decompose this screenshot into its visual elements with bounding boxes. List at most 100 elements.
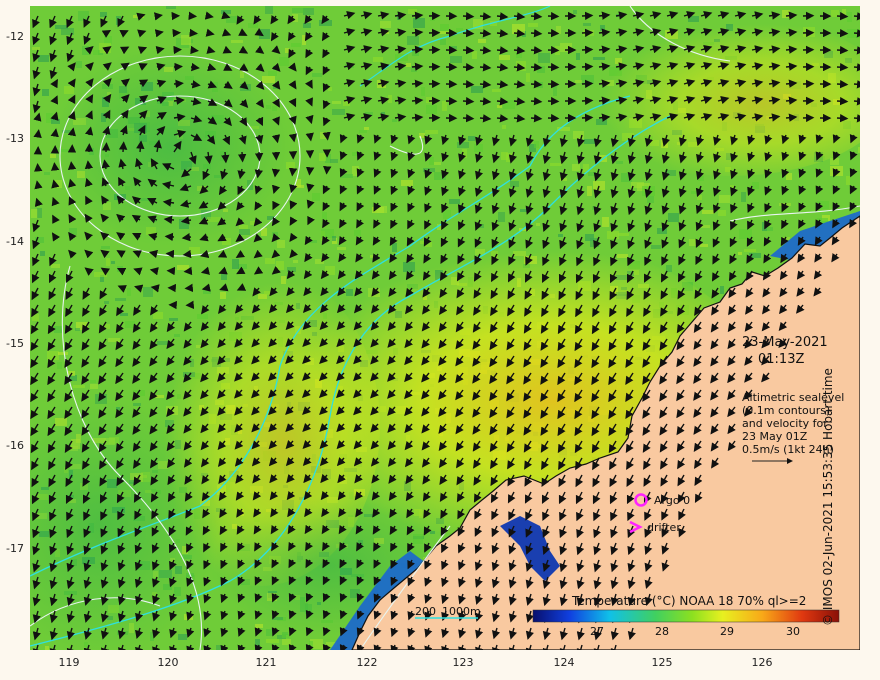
velocity-arrow xyxy=(462,62,475,72)
lon-tick: 126 xyxy=(751,656,773,669)
velocity-arrow xyxy=(581,62,594,72)
velocity-arrow xyxy=(836,79,849,89)
date-label: 23-May-2021 xyxy=(742,335,828,350)
lat-tick: -14 xyxy=(6,235,24,248)
velocity-arrow xyxy=(836,45,849,55)
velocity-arrow xyxy=(462,11,475,21)
velocity-arrow xyxy=(411,113,424,122)
velocity-arrow xyxy=(462,28,475,38)
lon-tick: 122 xyxy=(356,656,378,669)
velocity-arrow xyxy=(853,114,860,123)
velocity-arrow xyxy=(221,151,230,164)
velocity-arrow xyxy=(33,129,42,139)
velocity-arrow xyxy=(513,63,526,72)
velocity-arrow xyxy=(411,79,424,88)
velocity-arrow xyxy=(189,28,199,38)
lon-tick: 124 xyxy=(553,656,575,669)
velocity-arrow xyxy=(496,80,509,89)
velocity-arrow xyxy=(411,28,424,37)
velocity-arrow xyxy=(462,96,475,106)
velocity-arrow xyxy=(581,28,594,38)
velocity-arrow xyxy=(164,232,175,242)
velocity-arrow xyxy=(67,161,77,171)
velocity-arrow xyxy=(496,46,509,55)
velocity-arrow xyxy=(190,62,200,72)
velocity-arrow xyxy=(785,113,798,122)
velocity-arrow xyxy=(163,215,175,224)
velocity-arrow xyxy=(836,96,849,106)
velocity-arrow xyxy=(836,28,849,38)
velocity-arrow xyxy=(513,46,526,55)
velocity-arrow xyxy=(836,11,849,21)
lat-tick: -16 xyxy=(6,439,24,452)
velocity-arrow xyxy=(496,63,509,72)
scale-label-200: 200 xyxy=(415,605,436,618)
colorbar-title: Temperature (°C) NOAA 18 70% ql>=2 xyxy=(572,594,807,608)
velocity-arrow xyxy=(513,80,526,89)
velocity-arrow xyxy=(462,79,475,89)
velocity-arrow xyxy=(853,97,860,106)
velocity-arrow xyxy=(513,29,526,38)
velocity-arrow xyxy=(853,63,860,72)
velocity-arrow xyxy=(836,113,849,123)
velocity-arrow xyxy=(479,97,492,106)
velocity-arrow xyxy=(785,45,798,54)
velocity-arrow xyxy=(496,114,509,123)
velocity-arrow xyxy=(411,45,424,54)
lon-tick: 120 xyxy=(157,656,179,669)
velocity-arrow xyxy=(305,132,314,142)
velocity-arrow xyxy=(50,162,60,171)
velocity-arrow xyxy=(204,11,214,20)
velocity-arrow xyxy=(530,29,543,38)
lon-tick: 119 xyxy=(58,656,80,669)
colorbar-tick: 27 xyxy=(590,625,604,638)
velocity-arrow xyxy=(853,12,860,21)
velocity-arrow xyxy=(479,114,492,123)
lat-tick: -17 xyxy=(6,542,24,555)
velocity-arrow xyxy=(853,46,860,55)
velocity-arrow xyxy=(190,45,199,55)
velocity-arrow xyxy=(530,12,543,21)
velocity-arrow xyxy=(496,29,509,38)
velocity-arrow xyxy=(513,12,526,21)
velocity-arrow xyxy=(530,80,543,89)
map-canvas xyxy=(30,6,860,650)
velocity-arrow xyxy=(411,96,424,105)
velocity-arrow xyxy=(581,79,594,89)
colorbar xyxy=(532,609,840,623)
velocity-arrow xyxy=(530,114,543,123)
velocity-arrow xyxy=(462,113,475,123)
velocity-arrow xyxy=(496,12,509,21)
velocity-arrow xyxy=(581,113,594,123)
lat-tick: -12 xyxy=(6,30,24,43)
velocity-arrow xyxy=(836,62,849,72)
velocity-arrow xyxy=(853,29,860,38)
argo-legend-label: Argo 0 xyxy=(654,494,691,507)
velocity-arrow xyxy=(322,131,331,141)
lon-tick: 125 xyxy=(651,656,673,669)
velocity-arrow xyxy=(479,12,492,21)
velocity-arrow xyxy=(411,62,424,71)
velocity-arrow xyxy=(271,168,281,178)
velocity-arrow xyxy=(479,80,492,89)
velocity-arrow xyxy=(530,46,543,55)
velocity-arrow xyxy=(581,45,594,55)
velocity-arrow xyxy=(411,11,424,20)
velocity-arrow xyxy=(50,128,59,138)
velocity-arrow xyxy=(530,97,543,106)
velocity-arrow xyxy=(496,97,509,106)
velocity-arrow xyxy=(288,167,298,177)
velocity-arrow xyxy=(173,62,183,72)
velocity-arrow xyxy=(479,46,492,55)
colorbar-tick: 28 xyxy=(655,625,669,638)
velocity-arrow xyxy=(581,96,594,106)
time-label: 01:13Z xyxy=(758,352,805,367)
velocity-arrow xyxy=(182,249,192,259)
lat-tick: -13 xyxy=(6,132,24,145)
velocity-arrow xyxy=(237,151,247,163)
velocity-arrow xyxy=(479,29,492,38)
velocity-arrow xyxy=(34,180,43,190)
drifter-legend-label: drifter xyxy=(647,521,681,534)
velocity-arrow xyxy=(513,97,526,106)
velocity-arrow xyxy=(173,79,184,89)
